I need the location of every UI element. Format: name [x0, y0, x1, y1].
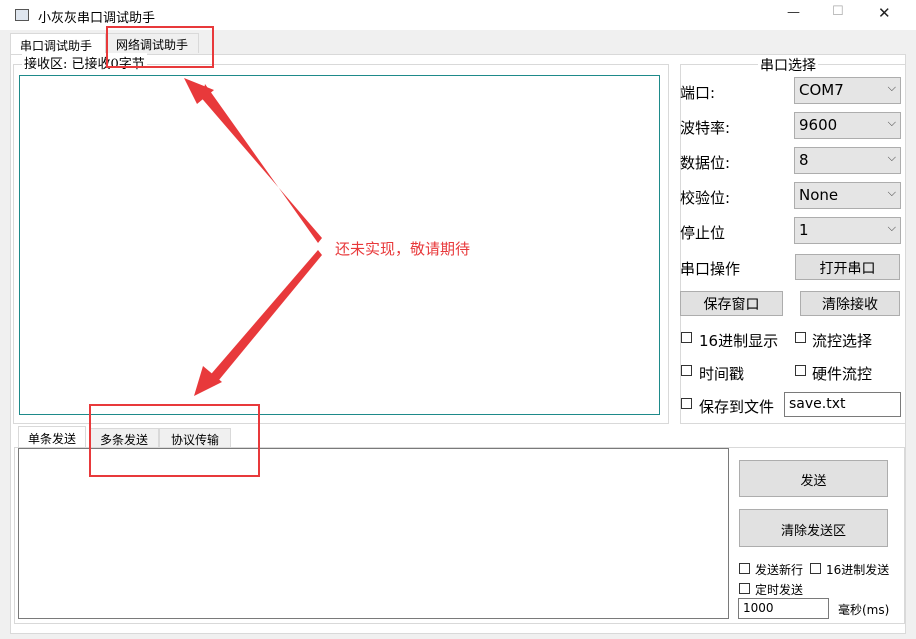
annotation-arrows	[184, 78, 322, 396]
arrow-up-icon	[186, 80, 322, 243]
arrow-down-icon	[206, 250, 322, 386]
